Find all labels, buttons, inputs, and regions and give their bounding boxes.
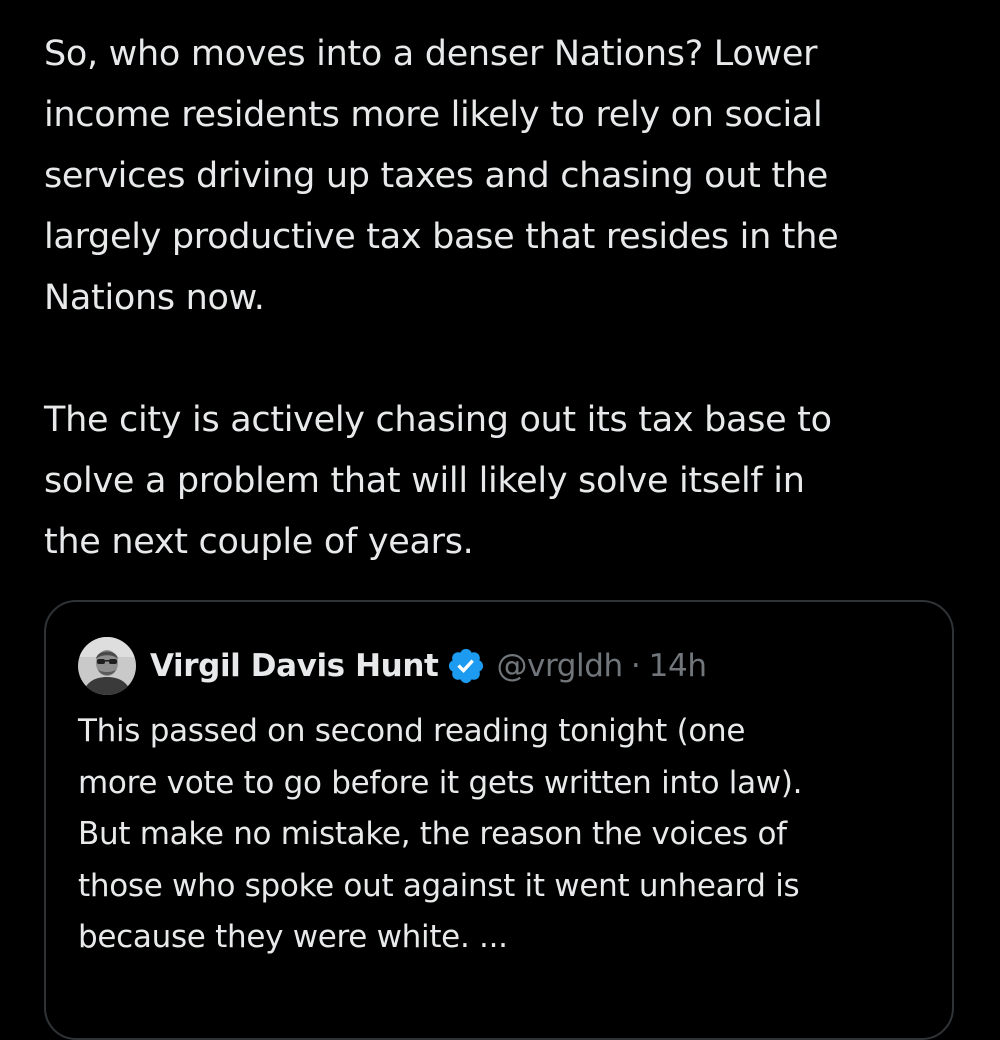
quoted-tweet-text: This passed on second reading tonight (o… <box>78 713 803 955</box>
author-name[interactable]: Virgil Davis Hunt <box>150 648 439 684</box>
tweet-body: So, who moves into a denser Nations? Low… <box>44 24 964 573</box>
user-avatar-icon <box>78 637 136 695</box>
tweet-paragraph-1: So, who moves into a denser Nations? Low… <box>44 34 839 318</box>
quoted-tweet-card[interactable]: Virgil Davis Hunt @vrgldh · 14h This pas… <box>44 600 954 1040</box>
separator-dot: · <box>630 648 641 684</box>
verified-badge-icon <box>449 648 484 684</box>
quoted-tweet-header: Virgil Davis Hunt @vrgldh · 14h <box>78 637 707 695</box>
post-timestamp[interactable]: 14h <box>649 648 707 684</box>
author-handle[interactable]: @vrgldh <box>496 648 623 684</box>
avatar[interactable] <box>78 637 136 695</box>
tweet-paragraph-2: The city is actively chasing out its tax… <box>44 400 832 562</box>
